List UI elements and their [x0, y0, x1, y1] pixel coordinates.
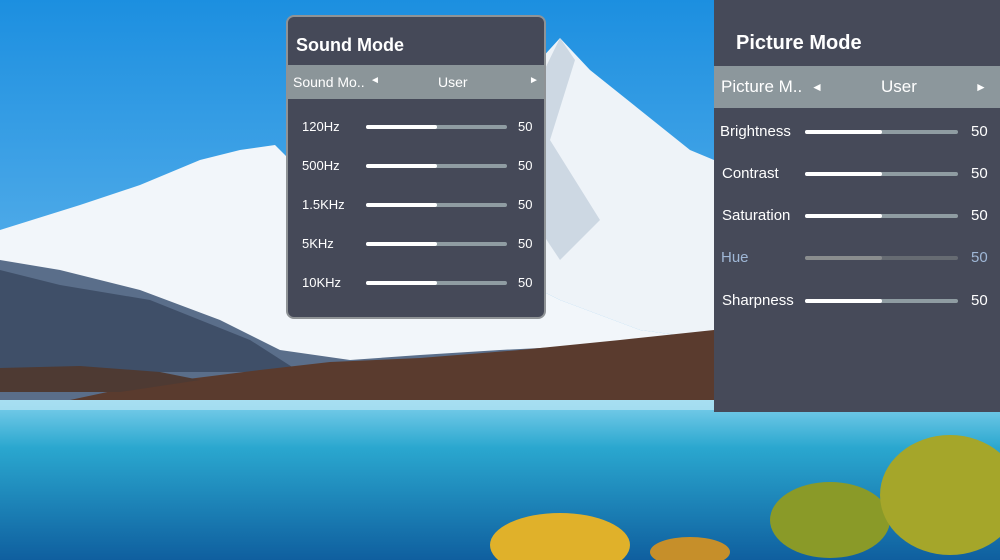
sound-mode-title: Sound Mode	[296, 35, 404, 55]
eq-slider[interactable]	[366, 242, 507, 246]
setting-value: 50	[971, 292, 988, 309]
setting-label: Contrast	[722, 165, 779, 182]
setting-slider-fill	[805, 130, 882, 134]
eq-slider-fill	[366, 203, 437, 207]
eq-slider[interactable]	[366, 164, 507, 168]
picture-mode-title: Picture Mode	[736, 32, 862, 54]
setting-value: 50	[971, 123, 988, 140]
eq-slider[interactable]	[366, 203, 507, 207]
setting-label: Sharpness	[722, 292, 794, 309]
eq-band-label: 1.5KHz	[302, 197, 345, 212]
eq-row-500hz[interactable]: 500Hz 50	[288, 156, 544, 176]
eq-row-120hz[interactable]: 120Hz 50	[288, 117, 544, 137]
eq-slider-fill	[366, 164, 437, 168]
setting-row-contrast[interactable]: Contrast 50	[714, 163, 1000, 185]
setting-slider	[805, 256, 958, 260]
setting-slider[interactable]	[805, 172, 958, 176]
eq-band-label: 120Hz	[302, 119, 340, 134]
sound-mode-panel: Sound Mode Sound Mo.. ◄ User ► 120Hz 50 …	[286, 15, 546, 319]
setting-slider-fill	[805, 256, 882, 260]
setting-row-hue: Hue 50	[714, 247, 1000, 269]
eq-slider-fill	[366, 242, 437, 246]
eq-band-value: 50	[518, 197, 533, 212]
setting-label: Brightness	[720, 123, 791, 140]
setting-slider-fill	[805, 299, 882, 303]
eq-band-value: 50	[518, 275, 533, 290]
eq-slider-fill	[366, 281, 437, 285]
eq-row-10khz[interactable]: 10KHz 50	[288, 273, 544, 293]
picture-mode-selector-value: User	[881, 77, 917, 96]
eq-row-1-5khz[interactable]: 1.5KHz 50	[288, 195, 544, 215]
picture-mode-selector-label: Picture M..	[721, 77, 803, 96]
setting-slider[interactable]	[805, 299, 958, 303]
sound-mode-selector-value: User	[438, 74, 468, 90]
eq-band-value: 50	[518, 119, 533, 134]
sound-mode-selector-label: Sound Mo..	[293, 74, 365, 90]
setting-row-sharpness[interactable]: Sharpness 50	[714, 290, 1000, 312]
eq-slider[interactable]	[366, 281, 507, 285]
setting-value: 50	[971, 249, 988, 266]
setting-value: 50	[971, 165, 988, 182]
eq-band-label: 10KHz	[302, 275, 342, 290]
setting-value: 50	[971, 207, 988, 224]
picture-mode-panel: Picture Mode Picture M.. ◄ User ► Bright…	[714, 0, 1000, 412]
setting-slider[interactable]	[805, 214, 958, 218]
eq-band-label: 500Hz	[302, 158, 340, 173]
arrow-left-icon[interactable]: ◄	[811, 80, 823, 94]
setting-label: Saturation	[722, 207, 791, 224]
setting-slider-fill	[805, 214, 882, 218]
eq-band-value: 50	[518, 236, 533, 251]
eq-slider-fill	[366, 125, 437, 129]
arrow-left-icon[interactable]: ◄	[370, 75, 380, 86]
setting-row-saturation[interactable]: Saturation 50	[714, 205, 1000, 227]
picture-mode-selector[interactable]: Picture M.. ◄ User ►	[714, 66, 1000, 108]
arrow-right-icon[interactable]: ►	[529, 75, 539, 86]
sound-mode-selector[interactable]: Sound Mo.. ◄ User ►	[288, 65, 544, 99]
eq-slider[interactable]	[366, 125, 507, 129]
eq-row-5khz[interactable]: 5KHz 50	[288, 234, 544, 254]
setting-slider-fill	[805, 172, 882, 176]
setting-slider[interactable]	[805, 130, 958, 134]
arrow-right-icon[interactable]: ►	[975, 80, 987, 94]
eq-band-value: 50	[518, 158, 533, 173]
setting-label: Hue	[721, 249, 749, 266]
eq-band-label: 5KHz	[302, 236, 334, 251]
setting-row-brightness[interactable]: Brightness 50	[714, 121, 1000, 143]
